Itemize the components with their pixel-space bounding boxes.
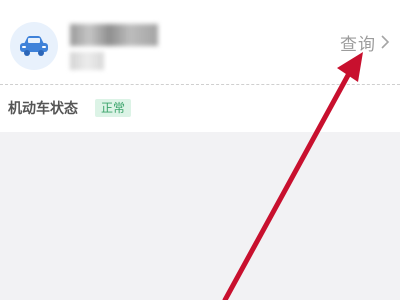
query-label: 查询 xyxy=(340,34,376,55)
dashed-divider xyxy=(0,84,400,85)
query-button[interactable]: 查询 xyxy=(340,30,390,55)
car-icon-badge xyxy=(10,22,58,70)
status-badge: 正常 xyxy=(95,99,132,117)
license-plate-redacted xyxy=(70,24,158,46)
vehicle-subtitle-redacted xyxy=(70,52,104,70)
vehicle-status-label: 机动车状态 xyxy=(8,101,78,117)
vehicle-card: 查询 机动车状态 正常 xyxy=(0,0,400,132)
chevron-right-icon xyxy=(381,35,390,49)
car-icon xyxy=(20,36,48,56)
